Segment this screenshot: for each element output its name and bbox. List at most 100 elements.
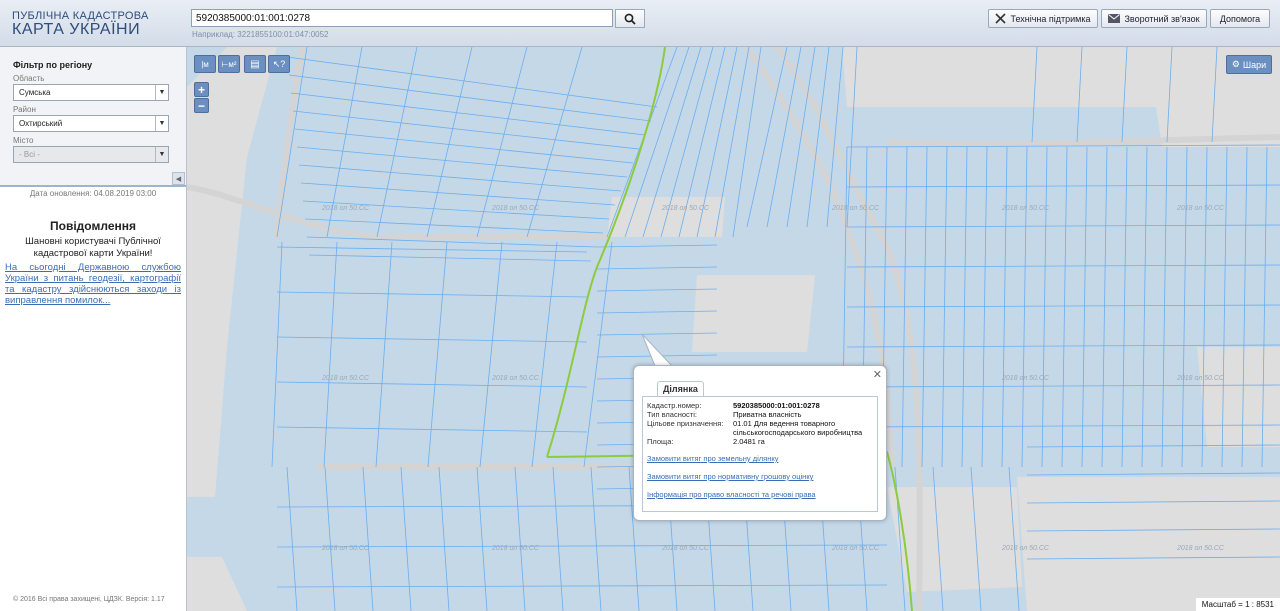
parcel-edge — [552, 466, 564, 611]
map-watermark: 2018 ол 50.СС — [321, 375, 370, 382]
feedback-label: Зворотний зв'язок — [1124, 13, 1200, 24]
region-filter-panel: Фільтр по регіону Область Сумська ▼ Райо… — [0, 47, 186, 187]
feedback-button[interactable]: Зворотний зв'язок — [1101, 9, 1207, 28]
info-value: 01.01 Для ведення товарного сільськогосп… — [733, 419, 863, 437]
map-watermark: 2018 ол 50.СС — [321, 545, 370, 552]
parcel-edge — [583, 241, 613, 468]
info-key: Цільове призначення: — [647, 419, 724, 428]
copyright: © 2016 Всі права захищені, ЦДЗК. Версія:… — [13, 596, 165, 603]
parcel-edge — [271, 241, 283, 468]
parcel-edge — [846, 184, 1280, 188]
zoom-out-button[interactable]: − — [194, 98, 209, 113]
parcel-edge — [308, 254, 592, 262]
region-select[interactable]: Сумська ▼ — [13, 84, 169, 101]
layers-label: Шари — [1242, 59, 1267, 70]
cadastral-search-input[interactable] — [191, 9, 613, 27]
map-watermark: 2018 ол 50.СС — [1176, 545, 1225, 552]
search-icon — [624, 13, 636, 25]
parcel-edge — [1101, 146, 1108, 468]
parcel-edge — [276, 584, 888, 588]
ruler-area-icon: ⊢м² — [221, 59, 237, 69]
map-watermark: 2018 ол 50.СС — [831, 205, 880, 212]
tech-support-button[interactable]: Технічна підтримка — [988, 9, 1098, 28]
parcel-edge — [1026, 472, 1280, 476]
map-watermark: 2018 ол 50.СС — [831, 545, 880, 552]
help-button[interactable]: Допомога — [1210, 9, 1270, 28]
parcel-edge — [292, 110, 640, 150]
parcel-edge — [846, 264, 1280, 268]
city-label: Місто — [13, 136, 34, 145]
identify-button[interactable]: ↖? — [268, 55, 290, 73]
parcel-edge — [1001, 146, 1008, 468]
district-select[interactable]: Охтирський ▼ — [13, 115, 169, 132]
map-watermark: 2018 ол 50.СС — [491, 545, 540, 552]
search-button[interactable] — [615, 9, 645, 28]
chevron-down-icon: ▼ — [155, 147, 168, 162]
layers-button[interactable]: ⚙ Шари — [1226, 55, 1272, 74]
district-value: Охтирський — [19, 119, 63, 128]
parcel-edge — [362, 466, 374, 611]
parcel-edge — [981, 146, 988, 468]
notice-link[interactable]: На сьогодні Державною службою України з … — [5, 262, 181, 306]
measure-area-button[interactable]: ⊢м² — [218, 55, 240, 73]
tab-parcel[interactable]: Ділянка — [657, 381, 704, 396]
parcel-edge — [376, 47, 418, 238]
info-value: 5920385000:01:001:0278 — [733, 401, 820, 410]
print-icon: ▤ — [250, 58, 260, 70]
chevron-down-icon: ▼ — [155, 85, 168, 100]
measure-distance-button[interactable]: |м — [194, 55, 216, 73]
map-watermark: 2018 ол 50.СС — [661, 545, 710, 552]
map-watermark: 2018 ол 50.СС — [661, 205, 710, 212]
tech-support-label: Технічна підтримка — [1010, 13, 1091, 24]
order-valuation-link[interactable]: Замовити витяг про нормативну грошову оц… — [647, 472, 813, 481]
map-watermark: 2018 ол 50.СС — [1001, 545, 1050, 552]
parcel-edge — [786, 47, 816, 228]
parcel-edge — [941, 146, 948, 468]
logo[interactable]: ПУБЛІЧНА КАДАСТРОВА КАРТА УКРАЇНИ — [12, 10, 149, 38]
info-key: Тип власності: — [647, 410, 697, 419]
parcel-edge — [596, 244, 718, 248]
sidebar: Фільтр по регіону Область Сумська ▼ Райо… — [0, 47, 187, 611]
map-watermark: 2018 ол 50.СС — [1001, 375, 1050, 382]
parcel-edge — [1081, 146, 1088, 468]
parcel-edge — [375, 241, 393, 468]
parcel-edge — [961, 146, 968, 468]
info-key: Кадастр.номер: — [647, 401, 702, 410]
parcel-edge — [1141, 146, 1148, 468]
ruler-m-icon: |м — [201, 59, 209, 69]
tools-icon — [995, 13, 1007, 24]
notice-title: Повідомлення — [50, 219, 136, 233]
parcel-edge — [1021, 146, 1028, 468]
gear-icon: ⚙ — [1231, 59, 1240, 69]
region-label: Область — [13, 74, 45, 83]
parcel-edge — [276, 426, 588, 433]
parcel-edge — [1061, 146, 1068, 468]
collapse-sidebar-button[interactable]: ◀ — [172, 172, 185, 185]
print-button[interactable]: ▤ — [244, 55, 266, 73]
close-icon[interactable]: ✕ — [873, 368, 882, 381]
city-value: - Всі - — [19, 150, 40, 159]
district-label: Район — [13, 105, 36, 114]
ownership-info-link[interactable]: Інформація про право власності та речові… — [647, 490, 816, 499]
filter-title: Фільтр по регіону — [13, 60, 93, 70]
parcel-edge — [298, 164, 622, 192]
parcel-edge — [1161, 146, 1168, 468]
chevron-left-icon: ◀ — [175, 175, 182, 183]
envelope-icon — [1108, 14, 1121, 23]
parcel-edge — [324, 466, 336, 611]
parcel-edge — [476, 466, 488, 611]
parcel-edge — [323, 241, 338, 468]
notice-text: Шановні користувачі Публічної кадастрово… — [25, 236, 161, 259]
parcel-edge — [276, 381, 588, 388]
parcel-edge — [714, 47, 750, 238]
parcel-edge — [276, 336, 588, 343]
city-select[interactable]: - Всі - ▼ — [13, 146, 169, 163]
map-canvas[interactable]: 2018 ол 50.СС 2018 ол 50.СС 2018 ол 50.СС 2… — [187, 47, 1280, 611]
parcel-edge — [276, 291, 588, 298]
map-watermark: 2018 ол 50.СС — [1001, 205, 1050, 212]
zoom-in-button[interactable]: + — [194, 82, 209, 97]
order-extract-link[interactable]: Замовити витяг про земельну ділянку — [647, 454, 779, 463]
parcel-edge — [276, 246, 588, 253]
cadastral-map: 2018 ол 50.СС 2018 ол 50.СС 2018 ол 50.СС 2… — [187, 47, 1280, 611]
parcel-edge — [426, 47, 473, 238]
